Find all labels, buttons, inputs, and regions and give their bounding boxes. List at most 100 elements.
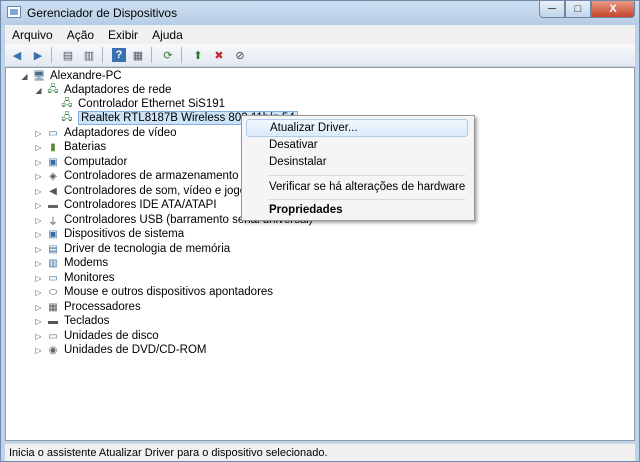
expand-arrow-icon[interactable]: ▷ [34,288,43,297]
monitor-icon: ▭ [48,272,58,284]
device-manager-icon [7,6,21,18]
expand-arrow-icon[interactable]: ▷ [34,245,43,254]
toolbar-separator [102,47,103,63]
expand-arrow-icon[interactable]: ▷ [34,187,43,196]
tree-node-ide-ata-atapi[interactable]: ▷ ▬ Controladores IDE ATA/ATAPI [34,198,217,212]
context-menu: Atualizar Driver... Desativar Desinstala… [241,115,475,221]
expand-arrow-icon[interactable]: ▷ [34,158,43,167]
tree-node-label: Adaptadores de vídeo [64,127,177,139]
device-manager-window: Gerenciador de Dispositivos ─ □ X Arquiv… [0,0,640,462]
menu-separator [269,175,465,176]
memory-icon: ▤ [48,243,58,255]
maximize-button[interactable]: □ [565,1,591,18]
menu-acao[interactable]: Ação [60,28,101,42]
tree-node-label: Mouse e outros dispositivos apontadores [64,286,274,298]
tree-node-label: Controladores de armazenamento [64,170,239,182]
tree-node-label: Dispositivos de sistema [64,228,185,240]
expand-arrow-icon[interactable]: ▷ [34,216,43,225]
properties-icon[interactable]: ▦ [129,47,147,63]
computer-icon: 🖥 [32,70,46,82]
display-adapter-icon: ▭ [48,127,58,139]
tree-node-label: Modems [64,257,109,269]
view-details-icon[interactable]: ▥ [80,47,98,63]
expand-arrow-icon[interactable]: ▷ [34,332,43,341]
tree-node-label: Unidades de DVD/CD-ROM [64,344,207,356]
toolbar-separator [181,47,182,63]
tree-node-dvd-cdrom[interactable]: ▷ ◉ Unidades de DVD/CD-ROM [34,343,207,357]
tree-node-monitores[interactable]: ▷ ▭ Monitores [34,271,115,285]
tree-node-label: Controlador Ethernet SiS191 [78,98,226,110]
menu-separator [269,199,465,200]
tree-node-dispositivos-sistema[interactable]: ▷ ▣ Dispositivos de sistema [34,227,184,241]
usb-icon: ⏚ [48,216,58,228]
speaker-icon: ◀ [49,185,57,197]
tree-node-label: Driver de tecnologia de memória [64,243,231,255]
tree-root[interactable]: ◢ 🖥 Alexandre-PC [20,69,122,83]
view-list-icon[interactable]: ▤ [59,47,77,63]
tree-node-armazenamento[interactable]: ▷ ◈ Controladores de armazenamento [34,169,239,183]
expand-arrow-icon[interactable]: ▷ [34,230,43,239]
update-driver-icon[interactable]: ⬆ [189,47,207,63]
network-adapter-icon: 🖧 [61,111,73,123]
battery-icon: ▮ [50,141,56,153]
status-bar: Inicia o assistente Atualizar Driver par… [5,443,635,461]
expand-arrow-icon[interactable]: ▷ [34,143,43,152]
collapse-arrow-icon[interactable]: ◢ [20,72,29,81]
toolbar-separator [151,47,152,63]
tree-node-ethernet[interactable]: 🖧 Controlador Ethernet SiS191 [60,97,225,111]
menu-properties[interactable]: Propriedades [246,201,468,219]
expand-arrow-icon[interactable]: ▷ [34,346,43,355]
tree-node-label: Processadores [64,301,141,313]
tree-node-unidades-disco[interactable]: ▷ ▭ Unidades de disco [34,329,159,343]
tree-node-modems[interactable]: ▷ ▥ Modems [34,256,108,270]
tree-root-label: Alexandre-PC [50,70,122,82]
tree-node-adaptadores-de-video[interactable]: ▷ ▭ Adaptadores de vídeo [34,126,177,140]
expand-arrow-icon[interactable]: ▷ [34,172,43,181]
expand-arrow-icon[interactable]: ▷ [34,274,43,283]
back-icon[interactable]: ◀ [8,47,26,63]
tree-node-computador[interactable]: ▷ ▣ Computador [34,155,127,169]
tree-node-teclados[interactable]: ▷ ▬ Teclados [34,314,109,328]
menu-uninstall[interactable]: Desinstalar [246,153,468,171]
tree-node-label: Controladores IDE ATA/ATAPI [64,199,217,211]
tree-node-label: Controladores de som, vídeo e jogos [64,185,252,197]
tree-node-label: Baterias [64,141,107,153]
menu-ajuda[interactable]: Ajuda [145,28,190,42]
tree-node-memoria[interactable]: ▷ ▤ Driver de tecnologia de memória [34,242,230,256]
tree-node-som-video-jogos[interactable]: ▷ ◀ Controladores de som, vídeo e jogos [34,184,252,198]
menu-arquivo[interactable]: Arquivo [5,28,60,42]
expand-arrow-icon[interactable]: ▷ [34,317,43,326]
tree-node-label: Monitores [64,272,115,284]
expand-arrow-icon[interactable]: ▷ [34,303,43,312]
uninstall-icon[interactable]: ✖ [210,47,228,63]
scan-hardware-icon[interactable]: ⟳ [159,47,177,63]
collapse-arrow-icon[interactable]: ◢ [34,86,43,95]
expand-arrow-icon[interactable]: ▷ [34,129,43,138]
tree-node-label: Adaptadores de rede [64,84,172,96]
network-adapter-icon: 🖧 [47,83,59,95]
tree-node-label: Unidades de disco [64,330,159,342]
tree-node-adaptadores-de-rede[interactable]: ◢ 🖧 Adaptadores de rede [34,83,171,97]
disk-drive-icon: ▭ [48,330,58,342]
tree-node-processadores[interactable]: ▷ ▦ Processadores [34,300,141,314]
tree-node-mouse[interactable]: ▷ ⬭ Mouse e outros dispositivos apontado… [34,285,273,299]
expand-arrow-icon[interactable]: ▷ [34,259,43,268]
menu-exibir[interactable]: Exibir [101,28,145,42]
toolbar: ◀ ▶ ▤ ▥ ? ▦ ⟳ ⬆ ✖ ⊘ [5,44,635,67]
minimize-button[interactable]: ─ [539,1,565,18]
window-controls: ─ □ X [539,1,635,19]
computer-icon: ▣ [48,156,58,168]
menu-disable[interactable]: Desativar [246,136,468,154]
toolbar-separator [51,47,52,63]
expand-arrow-icon[interactable]: ▷ [34,201,43,210]
menu-scan-hardware[interactable]: Verificar se há alterações de hardware [246,178,468,196]
menu-update-driver[interactable]: Atualizar Driver... [246,119,468,137]
processor-icon: ▦ [48,301,58,313]
close-button[interactable]: X [591,1,635,18]
help-icon[interactable]: ? [112,48,126,62]
tree-node-baterias[interactable]: ▷ ▮ Baterias [34,140,106,154]
menu-bar: Arquivo Ação Exibir Ajuda [5,25,635,44]
disable-device-icon[interactable]: ⊘ [231,47,249,63]
tree-node-label: Teclados [64,315,110,327]
forward-icon[interactable]: ▶ [29,47,47,63]
